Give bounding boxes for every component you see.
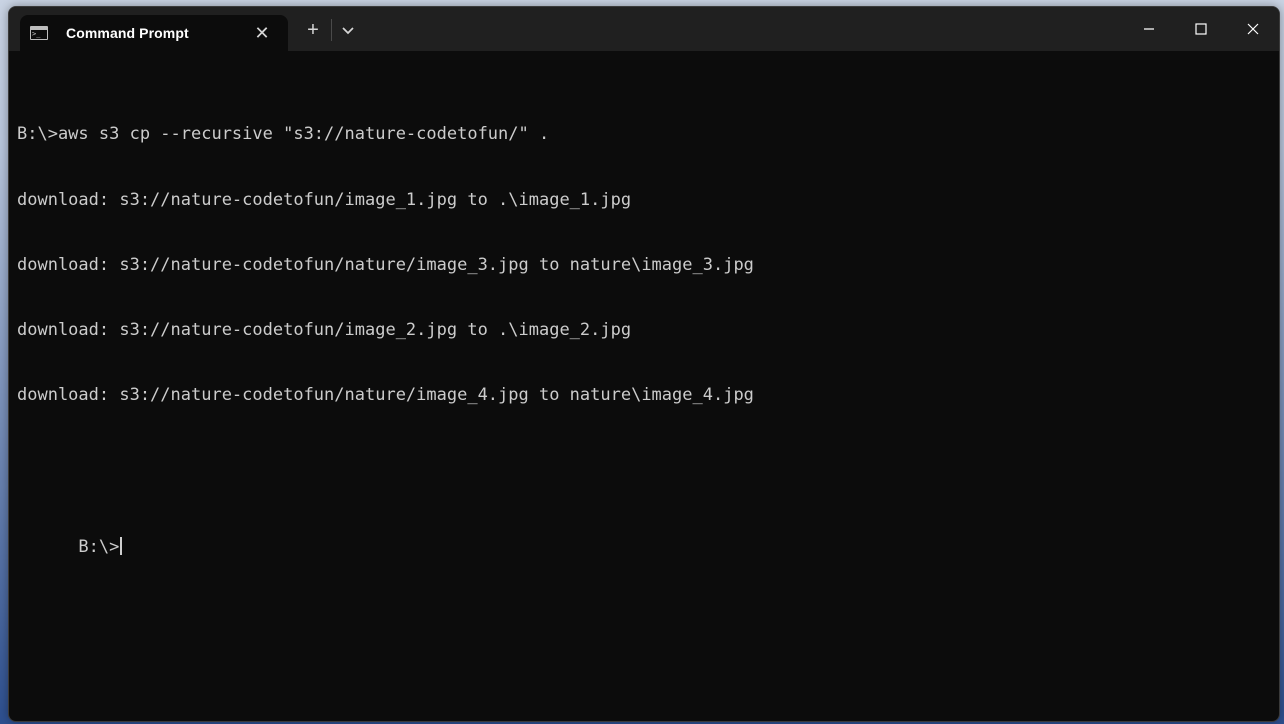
terminal-window: Command Prompt ✕ + <box>8 6 1280 722</box>
maximize-button[interactable] <box>1175 7 1227 51</box>
minimize-button[interactable] <box>1123 7 1175 51</box>
tab-divider <box>331 19 332 41</box>
close-icon <box>1247 23 1259 35</box>
tab-command-prompt[interactable]: Command Prompt ✕ <box>20 15 288 51</box>
prompt-text: B:\> <box>78 536 120 557</box>
minimize-icon <box>1144 28 1154 30</box>
terminal-output[interactable]: B:\>aws s3 cp --recursive "s3://nature-c… <box>17 81 1271 713</box>
terminal-line: download: s3://nature-codetofun/nature/i… <box>17 384 754 405</box>
plus-icon[interactable]: + <box>303 20 323 40</box>
terminal-line: download: s3://nature-codetofun/image_2.… <box>17 319 632 340</box>
window-controls <box>1123 7 1279 51</box>
prompt-line[interactable]: B:\> <box>17 515 1271 557</box>
terminal-line: download: s3://nature-codetofun/image_1.… <box>17 189 632 210</box>
tab-title: Command Prompt <box>66 25 189 41</box>
chevron-down-icon[interactable] <box>338 20 358 40</box>
close-icon[interactable]: ✕ <box>252 23 272 43</box>
terminal-icon <box>30 26 48 40</box>
maximize-icon <box>1195 23 1207 35</box>
chevron-down-svg <box>342 27 354 35</box>
text-cursor <box>120 536 123 555</box>
terminal-line: download: s3://nature-codetofun/nature/i… <box>17 254 754 275</box>
close-button[interactable] <box>1227 7 1279 51</box>
title-bar[interactable]: Command Prompt ✕ + <box>9 7 1279 51</box>
terminal-line: B:\>aws s3 cp --recursive "s3://nature-c… <box>17 124 550 145</box>
